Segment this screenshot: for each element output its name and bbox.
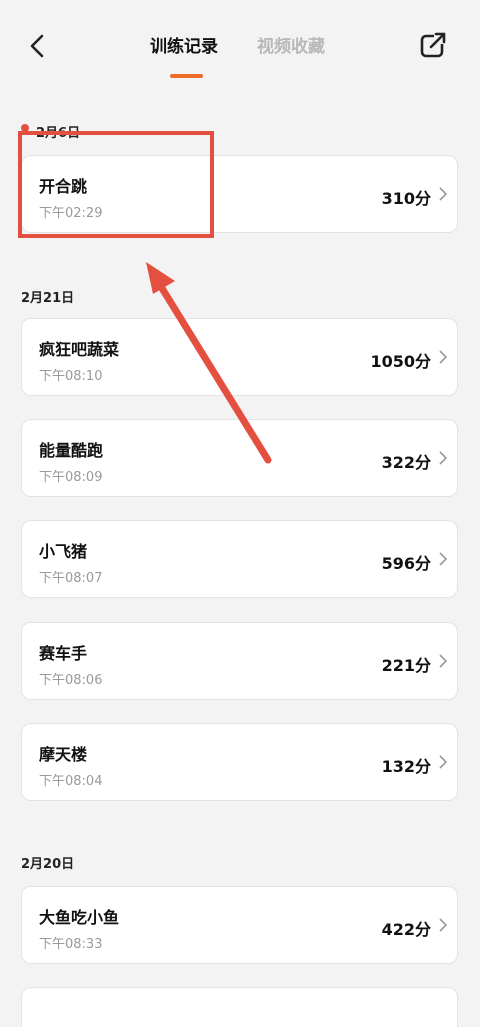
active-tab-indicator xyxy=(170,74,203,78)
record-card[interactable]: 能量酷跑 下午08:09 322分 xyxy=(21,419,458,497)
chevron-right-icon xyxy=(439,654,448,668)
record-name: 能量酷跑 xyxy=(39,441,104,460)
back-icon[interactable] xyxy=(24,30,52,62)
record-time: 下午08:33 xyxy=(39,937,103,952)
record-time: 下午08:04 xyxy=(39,774,103,789)
record-name: 大鱼吃小鱼 xyxy=(39,908,120,927)
record-time: 下午08:10 xyxy=(39,369,103,384)
record-card[interactable]: 赛车手 下午08:06 221分 xyxy=(21,622,458,700)
tab-video-favorites[interactable]: 视频收藏 xyxy=(257,32,325,57)
record-card[interactable]: 摩天楼 下午08:04 132分 xyxy=(21,723,458,801)
chevron-right-icon xyxy=(439,451,448,465)
record-score: 596分 xyxy=(381,554,431,573)
record-time: 下午08:06 xyxy=(39,673,103,688)
share-icon[interactable] xyxy=(418,30,448,60)
record-score: 132分 xyxy=(381,757,431,776)
record-time: 下午08:07 xyxy=(39,571,103,586)
record-name: 赛车手 xyxy=(39,644,88,663)
date-header: 2月20日 xyxy=(21,857,75,872)
record-score: 422分 xyxy=(381,920,431,939)
record-score: 221分 xyxy=(381,656,431,675)
annotation-highlight-box xyxy=(18,131,214,238)
chevron-right-icon xyxy=(439,755,448,769)
record-card-partial[interactable] xyxy=(21,987,458,1027)
record-name: 小飞猪 xyxy=(39,542,88,561)
record-name: 摩天楼 xyxy=(39,745,88,764)
record-score: 1050分 xyxy=(370,352,431,371)
chevron-right-icon xyxy=(439,350,448,364)
record-score: 310分 xyxy=(381,189,431,208)
record-card[interactable]: 疯狂吧蔬菜 下午08:10 1050分 xyxy=(21,318,458,396)
chevron-right-icon xyxy=(439,918,448,932)
date-header: 2月21日 xyxy=(21,291,75,306)
record-card[interactable]: 大鱼吃小鱼 下午08:33 422分 xyxy=(21,886,458,964)
chevron-right-icon xyxy=(439,187,448,201)
top-bar: 训练记录 视频收藏 xyxy=(0,0,480,96)
record-time: 下午08:09 xyxy=(39,470,103,485)
record-score: 322分 xyxy=(381,453,431,472)
record-card[interactable]: 小飞猪 下午08:07 596分 xyxy=(21,520,458,598)
tab-training-records[interactable]: 训练记录 xyxy=(150,32,218,57)
chevron-right-icon xyxy=(439,552,448,566)
record-name: 疯狂吧蔬菜 xyxy=(39,340,120,359)
